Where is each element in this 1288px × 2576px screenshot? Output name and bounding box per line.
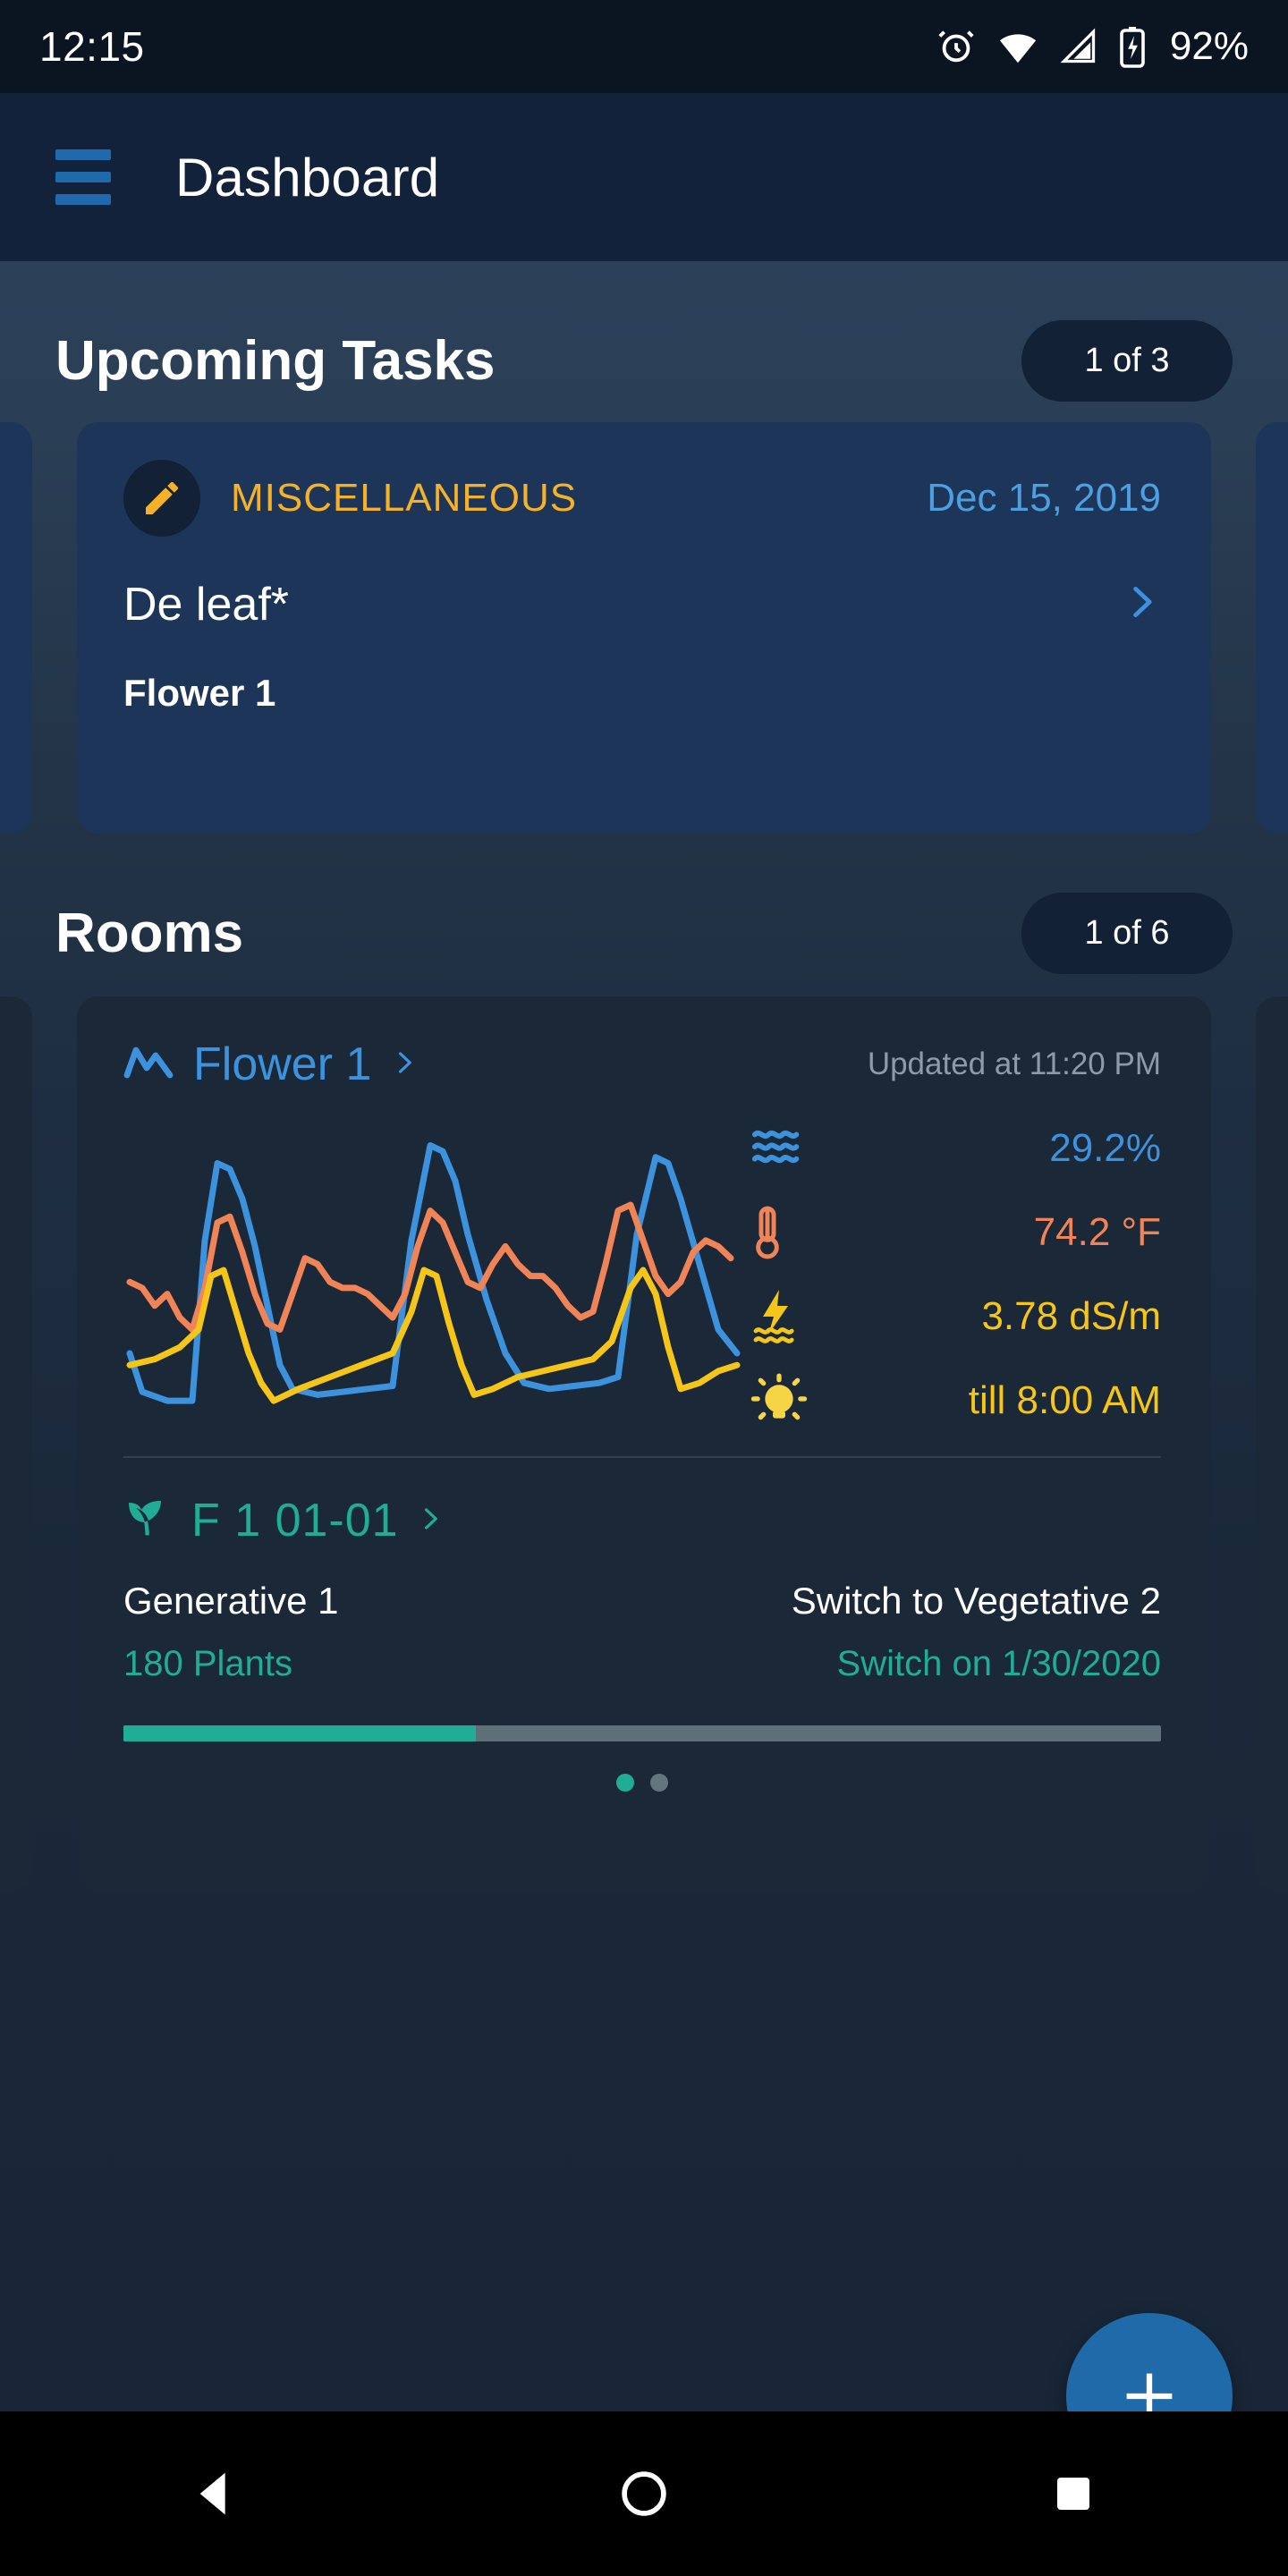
rooms-counter[interactable]: 1 of 6 [1021,892,1233,974]
batch-link[interactable]: F 1 01-01 [123,1494,1161,1547]
ec-lightning-icon [750,1288,826,1345]
rooms-header: Rooms 1 of 6 [0,880,1288,986]
trend-line-icon [123,1043,174,1087]
alarm-icon [936,26,977,67]
task-room-name: Flower 1 [123,672,276,714]
leaf-icon [123,1496,174,1546]
room-carousel[interactable]: Flower 1 Updated at 11:20 PM 29.2% 74.2 … [0,996,1288,1953]
task-category: MISCELLANEOUS [231,476,578,520]
batch-next-stage-col: Switch to Vegetative 2 Switch on 1/30/20… [642,1580,1161,1684]
task-card-top-row: MISCELLANEOUS Dec 15, 2019 [123,460,1161,537]
batch-switch-date: Switch on 1/30/2020 [836,1644,1161,1683]
task-name: De leaf* [123,578,289,631]
batch-progress-fill [123,1725,477,1741]
task-card-peek-previous[interactable] [0,422,32,834]
signal-icon [1059,26,1098,67]
room-card-header: Flower 1 Updated at 11:20 PM [123,1038,1161,1091]
sensor-chart [123,1109,750,1431]
chevron-right-icon[interactable] [391,1042,418,1088]
metric-humidity: 29.2% [750,1116,1161,1181]
status-icons: 92% [936,24,1249,69]
room-card[interactable]: Flower 1 Updated at 11:20 PM 29.2% 74.2 … [77,996,1211,1891]
chart-series-ec [126,1267,741,1404]
scroll-content: Upcoming Tasks 1 of 3 MISCELLANEOUS Dec … [0,261,1288,2411]
status-bar: 12:15 92% [0,0,1288,93]
sensor-chart-svg [126,1142,741,1404]
metrics-list: 29.2% 74.2 °F 3.78 dS/m till 8:00 AM [750,1109,1161,1433]
chevron-right-icon[interactable] [417,1498,444,1544]
batch-next-stage: Switch to Vegetative 2 [791,1580,1161,1622]
humidity-waves-icon [750,1123,826,1174]
back-triangle-icon[interactable] [125,2411,304,2576]
android-nav-bar [0,2411,1288,2576]
chevron-right-icon[interactable] [1122,576,1161,632]
hamburger-menu-icon[interactable] [55,149,111,205]
phone-screen: 12:15 92% Dashboard Upcoming Tasks 1 of … [0,0,1288,2576]
room-updated-timestamp: Updated at 11:20 PM [867,1046,1161,1081]
batch-details: Generative 1 180 Plants Switch to Vegeta… [123,1580,1161,1684]
battery-charging-icon [1118,25,1147,68]
ec-value: 3.78 dS/m [981,1294,1161,1338]
room-link[interactable]: Flower 1 [123,1038,418,1091]
upcoming-tasks-header: Upcoming Tasks 1 of 3 [0,308,1288,413]
metric-light: till 8:00 AM [750,1368,1161,1433]
batch-current-stage-col: Generative 1 180 Plants [123,1580,642,1684]
battery-percent: 92% [1169,24,1249,68]
metric-temperature: 74.2 °F [750,1200,1161,1265]
app-bar: Dashboard [0,93,1288,261]
task-date: Dec 15, 2019 [927,476,1161,520]
batch-name: F 1 01-01 [191,1495,399,1546]
home-circle-icon[interactable] [555,2411,733,2576]
batch-progress-bar [123,1725,1161,1741]
room-name: Flower 1 [193,1038,372,1090]
recents-square-icon[interactable] [984,2411,1163,2576]
batch-plant-count: 180 Plants [123,1644,293,1683]
task-carousel[interactable]: MISCELLANEOUS Dec 15, 2019 De leaf* Flow… [0,422,1288,834]
room-card-body: 29.2% 74.2 °F 3.78 dS/m till 8:00 AM [123,1109,1161,1433]
room-card-peek-next[interactable] [1256,996,1288,1891]
room-card-peek-previous[interactable] [0,996,32,1891]
room-card-divider [123,1456,1161,1458]
metric-ec: 3.78 dS/m [750,1284,1161,1349]
light-bulb-icon [750,1373,826,1428]
temperature-value: 74.2 °F [1033,1210,1161,1254]
page-title: Dashboard [175,147,440,208]
pencil-icon [123,460,200,537]
humidity-value: 29.2% [1049,1126,1161,1170]
task-card[interactable]: MISCELLANEOUS Dec 15, 2019 De leaf* Flow… [77,422,1211,834]
room-card-pager[interactable] [123,1774,1161,1792]
rooms-title: Rooms [55,902,244,964]
pager-dot[interactable] [650,1774,668,1792]
status-clock: 12:15 [39,23,145,70]
batch-stage: Generative 1 [123,1580,339,1622]
upcoming-tasks-title: Upcoming Tasks [55,329,496,392]
light-schedule-value: till 8:00 AM [968,1378,1161,1422]
task-card-peek-next[interactable] [1256,422,1288,834]
pager-dot[interactable] [616,1774,634,1792]
upcoming-tasks-counter[interactable]: 1 of 3 [1021,319,1233,402]
wifi-icon [996,26,1039,67]
thermometer-icon [750,1205,826,1260]
task-card-name-row: De leaf* [123,576,1161,632]
